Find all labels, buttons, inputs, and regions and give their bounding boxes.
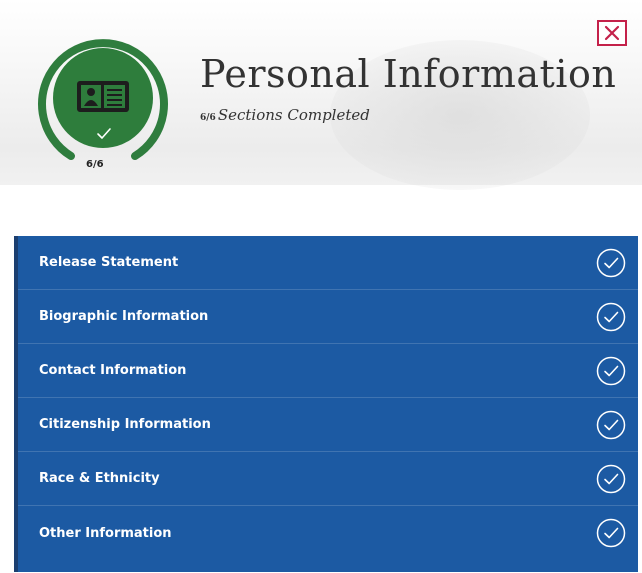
personal-information-dialog: 6/6 Personal Information 6/6 Sections Com… [0,0,642,573]
id-card-icon [77,81,129,112]
section-label: Race & Ethnicity [39,471,160,486]
section-row-release-statement[interactable]: Release Statement [18,236,638,290]
section-label: Contact Information [39,363,187,378]
sections-list: Release Statement Biographic Information… [14,236,638,572]
section-row-biographic-information[interactable]: Biographic Information [18,290,638,344]
section-row-contact-information[interactable]: Contact Information [18,344,638,398]
check-circle-icon [596,248,626,277]
check-circle-icon [596,464,626,493]
check-circle-icon [596,356,626,385]
section-label: Citizenship Information [39,417,211,432]
page-title: Personal Information [200,52,617,96]
ring-count: 6/6 [86,159,104,170]
section-row-citizenship-information[interactable]: Citizenship Information [18,398,638,452]
section-label: Biographic Information [39,309,209,324]
section-label: Release Statement [39,255,179,270]
progress-subtitle-text: Sections Completed [217,106,370,124]
progress-fraction: 6/6 [200,113,216,123]
progress-ring [38,39,168,160]
close-icon [604,25,620,41]
check-circle-icon [596,518,626,548]
section-row-race-ethnicity[interactable]: Race & Ethnicity [18,452,638,506]
section-label: Other Information [39,525,172,541]
progress-subtitle: 6/6 Sections Completed [200,106,370,124]
section-row-other-information[interactable]: Other Information [18,506,638,560]
check-circle-icon [596,410,626,439]
check-circle-icon [596,302,626,331]
close-button[interactable] [597,20,627,46]
